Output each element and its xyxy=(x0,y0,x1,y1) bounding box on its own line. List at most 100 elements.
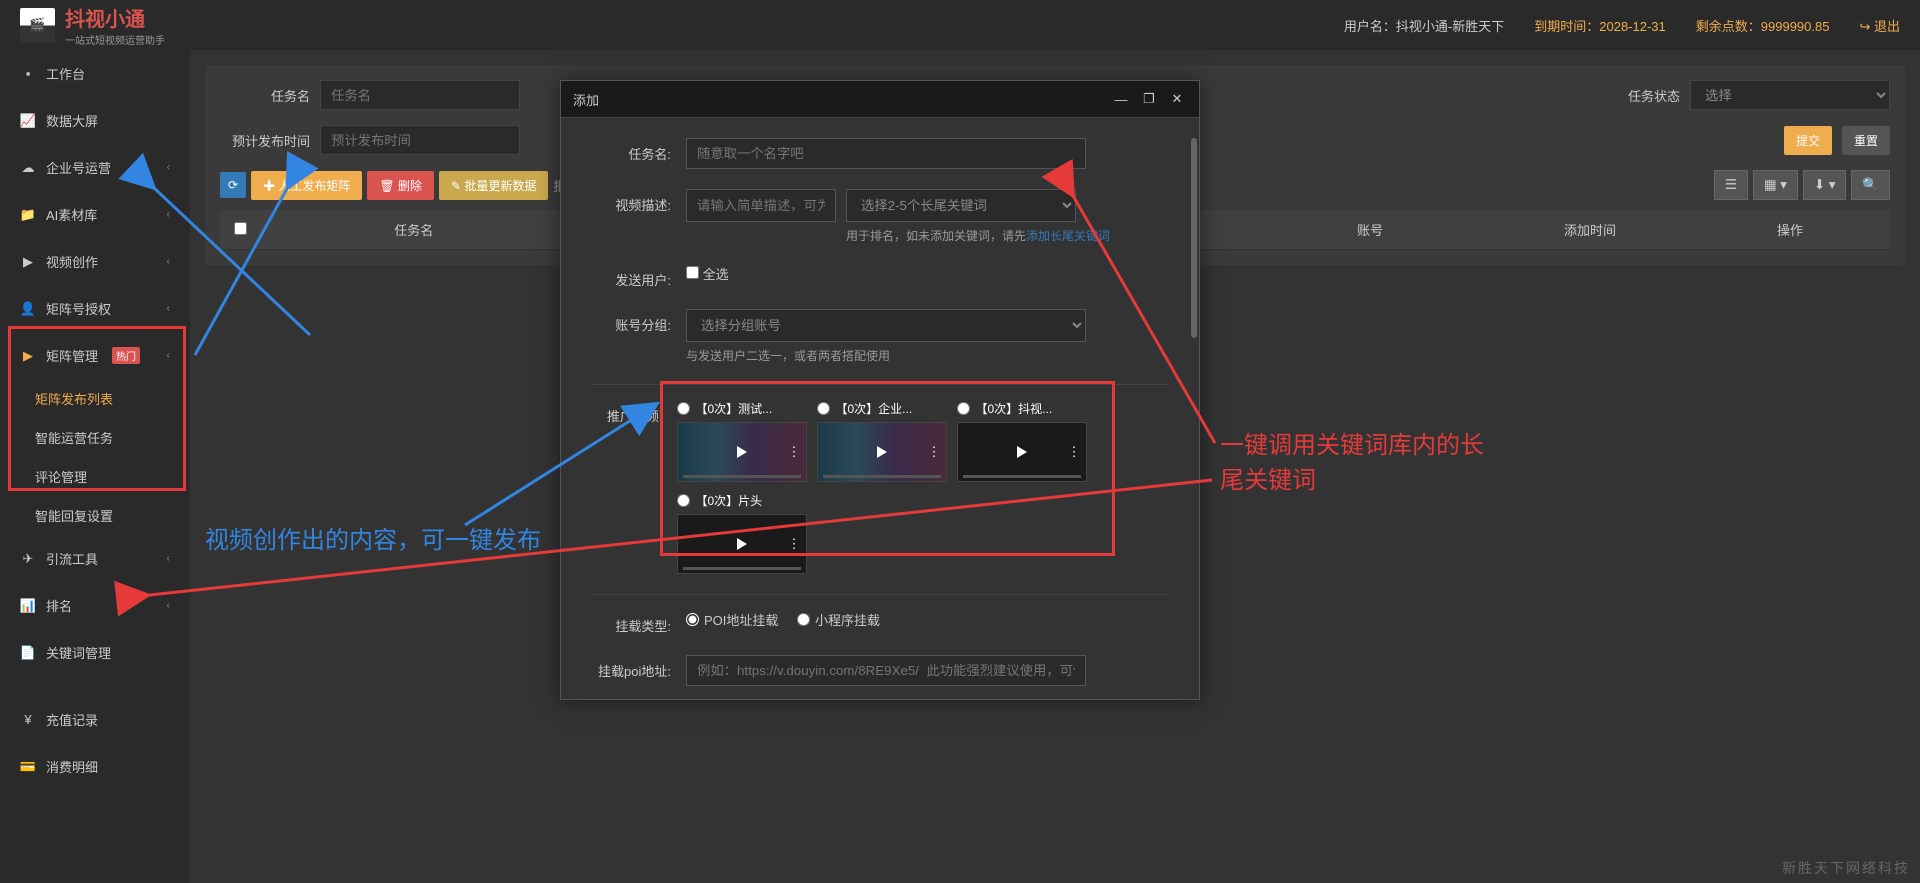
add-modal: 添加 — ❐ ✕ 任务名: 视频描述: 选择2-5个长尾关键词 用于排名，如未添… xyxy=(560,80,1200,700)
sub-item-auto-reply[interactable]: 智能回复设置 xyxy=(15,496,190,535)
modal-header[interactable]: 添加 — ❐ ✕ xyxy=(561,81,1199,118)
divider xyxy=(591,384,1169,385)
logo-area: 🎬 抖视小通 一站式短视频运营助手 xyxy=(20,3,165,47)
play-icon xyxy=(1017,446,1027,458)
brand-name: 抖视小通 xyxy=(65,3,165,32)
more-icon[interactable]: ⋮ xyxy=(787,536,798,552)
form-account-group-label: 账号分组: xyxy=(591,309,671,334)
task-name-label: 任务名 xyxy=(220,86,310,105)
video-thumb-3[interactable]: ⋮ xyxy=(677,514,807,574)
sub-item-smart-task[interactable]: 智能运营任务 xyxy=(15,418,190,457)
sidebar-item-consumption[interactable]: 💳消费明细 xyxy=(0,743,190,790)
list-view-button[interactable]: ☰ xyxy=(1714,170,1748,200)
form-task-name-label: 任务名: xyxy=(591,138,671,163)
select-all-checkbox[interactable] xyxy=(234,222,247,235)
status-select[interactable]: 选择 xyxy=(1690,80,1890,110)
play-icon xyxy=(737,538,747,550)
chevron-left-icon: ‹ xyxy=(167,303,170,314)
th-task: 任务名 xyxy=(260,210,568,250)
workbench-icon: ▪ xyxy=(20,66,36,82)
delete-button[interactable]: 🗑 删除 xyxy=(367,171,434,200)
points-info: 剩余点数：9999990.85 xyxy=(1696,16,1830,35)
select-all-checkbox-label[interactable]: 全选 xyxy=(686,264,729,283)
play-icon: ▶ xyxy=(20,348,36,364)
sidebar-item-matrix-auth[interactable]: 👤矩阵号授权‹ xyxy=(0,285,190,332)
add-keyword-link[interactable]: 添加长尾关键词 xyxy=(1026,229,1110,243)
sidebar-item-ranking[interactable]: 📊排名‹ xyxy=(0,582,190,629)
video-thumb-2[interactable]: ⋮ xyxy=(957,422,1087,482)
logout-button[interactable]: ↪ 退出 xyxy=(1859,16,1900,35)
close-button[interactable]: ✕ xyxy=(1167,89,1187,109)
form-video-desc-input[interactable] xyxy=(686,189,836,222)
header: 🎬 抖视小通 一站式短视频运营助手 用户名：抖视小通-新胜天下 到期时间：202… xyxy=(0,0,1920,50)
sidebar-item-enterprise[interactable]: ☁企业号运营‹ xyxy=(0,144,190,191)
sidebar-item-matrix-manage[interactable]: ▶矩阵管理热门‹ xyxy=(0,332,190,379)
more-icon[interactable]: ⋮ xyxy=(787,444,798,460)
sidebar-item-traffic[interactable]: ✈引流工具‹ xyxy=(0,535,190,582)
video-radio-1[interactable] xyxy=(817,402,830,415)
video-item-3[interactable]: 【0次】片头 ⋮ xyxy=(677,492,807,574)
schedule-input[interactable] xyxy=(320,125,520,155)
refresh-button[interactable]: ⟳ xyxy=(220,172,246,198)
minimize-button[interactable]: — xyxy=(1111,89,1131,109)
sidebar-item-workbench[interactable]: ▪工作台 xyxy=(0,50,190,97)
th-action: 操作 xyxy=(1690,210,1890,250)
radio-miniapp[interactable]: 小程序挂载 xyxy=(797,610,880,629)
status-label: 任务状态 xyxy=(1590,86,1680,105)
form-account-group-select[interactable]: 选择分组账号 xyxy=(686,309,1086,342)
account-group-hint: 与发送用户二选一，或者两者搭配使用 xyxy=(686,347,1086,364)
cloud-icon: ☁ xyxy=(20,160,36,176)
sub-item-comment-manage[interactable]: 评论管理 xyxy=(15,457,190,496)
video-item-1[interactable]: 【0次】企业... ⋮ xyxy=(817,400,947,482)
export-button[interactable]: ⬇ ▾ xyxy=(1803,170,1847,200)
th-time: 添加时间 xyxy=(1490,210,1690,250)
user-icon: 👤 xyxy=(20,301,36,317)
manual-publish-button[interactable]: ✚ 人工发布矩阵 xyxy=(251,171,362,200)
sidebar-item-dashboard[interactable]: 📈数据大屏 xyxy=(0,97,190,144)
radio-poi[interactable]: POI地址挂载 xyxy=(686,610,778,629)
chevron-left-icon: ‹ xyxy=(167,209,170,220)
video-item-0[interactable]: 【0次】测试... ⋮ xyxy=(677,400,807,482)
play-icon xyxy=(737,446,747,458)
video-radio-2[interactable] xyxy=(957,402,970,415)
chevron-left-icon: ‹ xyxy=(167,350,170,361)
sidebar-item-recharge[interactable]: ¥充值记录 xyxy=(0,696,190,743)
sidebar: ▪工作台 📈数据大屏 ☁企业号运营‹ 📁AI素材库‹ ▶视频创作‹ 👤矩阵号授权… xyxy=(0,50,190,883)
modal-title: 添加 xyxy=(573,90,599,109)
more-icon[interactable]: ⋮ xyxy=(1067,444,1078,460)
sidebar-item-keyword[interactable]: 📄关键词管理 xyxy=(0,629,190,676)
form-task-name-input[interactable] xyxy=(686,138,1086,169)
modal-scrollbar[interactable] xyxy=(1191,138,1197,338)
sidebar-item-ai-material[interactable]: 📁AI素材库‹ xyxy=(0,191,190,238)
submit-button[interactable]: 提交 xyxy=(1784,126,1832,155)
ranking-icon: 📊 xyxy=(20,598,36,614)
select-all-checkbox[interactable] xyxy=(686,266,699,279)
doc-icon: 📄 xyxy=(20,645,36,661)
header-right: 用户名：抖视小通-新胜天下 到期时间：2028-12-31 剩余点数：99999… xyxy=(1344,16,1900,35)
grid-view-button[interactable]: ▦ ▾ xyxy=(1753,170,1798,200)
search-button[interactable]: 🔍 xyxy=(1851,170,1890,200)
form-mount-type-label: 挂载类型: xyxy=(591,610,671,635)
form-video-desc-label: 视频描述: xyxy=(591,189,671,214)
chevron-left-icon: ‹ xyxy=(167,256,170,267)
more-icon[interactable]: ⋮ xyxy=(927,444,938,460)
form-poi-input[interactable] xyxy=(686,655,1086,686)
th-account: 账号 xyxy=(1250,210,1490,250)
brand-slogan: 一站式短视频运营助手 xyxy=(65,32,165,47)
maximize-button[interactable]: ❐ xyxy=(1139,89,1159,109)
form-keyword-select[interactable]: 选择2-5个长尾关键词 xyxy=(846,189,1076,222)
video-item-2[interactable]: 【0次】抖视... ⋮ xyxy=(957,400,1087,482)
sidebar-item-video-create[interactable]: ▶视频创作‹ xyxy=(0,238,190,285)
divider xyxy=(591,594,1169,595)
card-icon: 💳 xyxy=(20,759,36,775)
chevron-left-icon: ‹ xyxy=(167,553,170,564)
sub-item-publish-list[interactable]: 矩阵发布列表 xyxy=(15,379,190,418)
video-radio-3[interactable] xyxy=(677,494,690,507)
video-radio-0[interactable] xyxy=(677,402,690,415)
video-thumb-1[interactable]: ⋮ xyxy=(817,422,947,482)
reset-button[interactable]: 重置 xyxy=(1842,126,1890,155)
schedule-label: 预计发布时间 xyxy=(220,131,310,150)
video-thumb-0[interactable]: ⋮ xyxy=(677,422,807,482)
task-name-input[interactable] xyxy=(320,80,520,110)
batch-update-button[interactable]: ✎ 批量更新数据 xyxy=(439,171,548,200)
